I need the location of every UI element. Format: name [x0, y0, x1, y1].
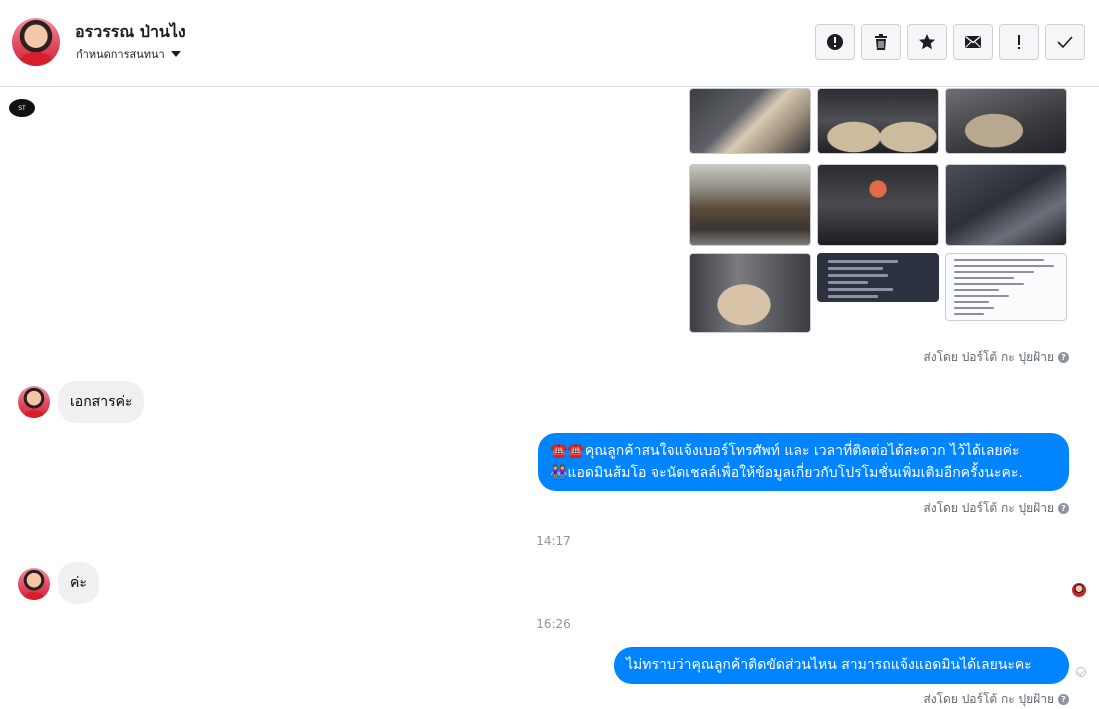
contact-avatar[interactable] — [12, 18, 60, 66]
sent-by-text: ส่งโดย ปอร์โต้ กะ ปุยฝ้าย — [923, 692, 1054, 706]
incoming-message: เอกสารค่ะ — [58, 381, 145, 423]
outgoing-message-line: ☎️☎️คุณลูกค้าสนใจแจ้งเบอร์โทรศัพท์ และ เ… — [550, 443, 1020, 459]
header-toolbar — [815, 24, 1085, 60]
follow-up-button[interactable] — [999, 24, 1039, 60]
sent-by-label: ส่งโดย ปอร์โต้ กะ ปุยฝ้าย ? — [923, 348, 1069, 367]
star-icon — [919, 34, 935, 50]
help-icon[interactable]: ? — [1058, 352, 1069, 363]
photo-rear-seat[interactable] — [689, 253, 811, 333]
outgoing-message: ☎️☎️คุณลูกค้าสนใจแจ้งเบอร์โทรศัพท์ และ เ… — [538, 433, 1069, 491]
mark-unread-button[interactable] — [953, 24, 993, 60]
sent-by-label: ส่งโดย ปอร์โต้ กะ ปุยฝ้าย ? — [923, 499, 1069, 518]
conversation-schedule-dropdown[interactable]: กำหนดการสนทนา — [76, 45, 181, 63]
contact-avatar-small[interactable] — [18, 568, 50, 600]
sent-by-text: ส่งโดย ปอร์โต้ กะ ปุยฝ้าย — [923, 501, 1054, 515]
photo-gear-shift[interactable] — [945, 88, 1067, 154]
photo-door-panel[interactable] — [689, 88, 811, 154]
star-button[interactable] — [907, 24, 947, 60]
contact-name[interactable]: อรวรรณ ป่านไง — [75, 20, 186, 45]
exclamation-icon — [1018, 35, 1020, 49]
incoming-message: ค่ะ — [58, 562, 99, 604]
schedule-label: กำหนดการสนทนา — [76, 48, 165, 61]
message-timestamp: 16:26 — [536, 617, 571, 631]
outgoing-message: ไม่ทราบว่าคุณลูกค้าติดขัดส่วนไหน สามารถแ… — [614, 647, 1069, 684]
page-logo: ST — [9, 99, 35, 117]
mark-done-button[interactable] — [1045, 24, 1085, 60]
seen-avatar-icon — [1072, 583, 1086, 597]
help-icon[interactable]: ? — [1058, 503, 1069, 514]
photo-dashboard[interactable] — [817, 164, 939, 246]
sent-check-icon — [1076, 667, 1086, 677]
photo-engine-bay[interactable] — [689, 164, 811, 246]
contact-avatar-small[interactable] — [18, 386, 50, 418]
delete-button[interactable] — [861, 24, 901, 60]
report-button[interactable] — [815, 24, 855, 60]
photo-document-light[interactable] — [945, 253, 1067, 321]
sent-by-label: ส่งโดย ปอร์โต้ กะ ปุยฝ้าย ? — [923, 690, 1069, 709]
sent-by-text: ส่งโดย ปอร์โต้ กะ ปุยฝ้าย — [923, 350, 1054, 364]
check-icon — [1057, 36, 1073, 49]
outgoing-message-line: 👭แอดมินส้มโอ จะนัดเชลล์เพื่อให้ข้อมูลเกี… — [550, 465, 1023, 481]
report-icon — [827, 34, 843, 50]
message-timestamp: 14:17 — [536, 534, 571, 548]
envelope-icon — [965, 35, 981, 48]
photo-document-dark[interactable] — [817, 253, 939, 302]
photo-interior-cabin[interactable] — [817, 88, 939, 154]
caret-down-icon — [170, 51, 181, 57]
help-icon[interactable]: ? — [1058, 694, 1069, 705]
photo-engine-closeup[interactable] — [945, 164, 1067, 246]
conversation-header: อรวรรณ ป่านไง กำหนดการสนทนา — [0, 0, 1099, 87]
trash-icon — [875, 34, 887, 50]
